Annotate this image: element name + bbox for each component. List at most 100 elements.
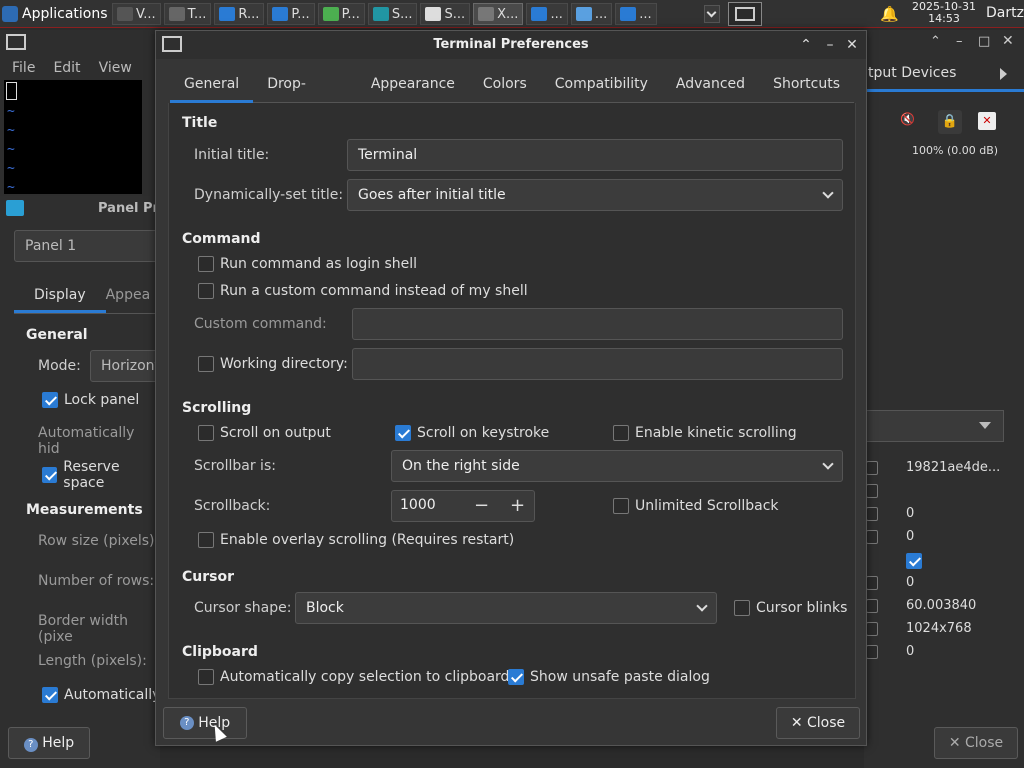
- login-shell-checkbox[interactable]: [198, 256, 214, 272]
- working-directory-label: Working directory:: [220, 356, 348, 372]
- unsafe-paste-checkbox[interactable]: [508, 669, 524, 685]
- task-list: V... T... R... P... P... S... S... X...........…: [112, 3, 657, 25]
- property-value: 0: [906, 644, 915, 659]
- help-button[interactable]: ? Help: [163, 707, 247, 739]
- taskbar-task[interactable]: R...: [214, 3, 265, 25]
- app-icon: [531, 7, 548, 21]
- menu-edit[interactable]: Edit: [53, 60, 80, 76]
- tab-appearance[interactable]: Appea: [106, 278, 151, 313]
- increment-icon[interactable]: +: [510, 495, 525, 516]
- cursor-blinks-checkbox[interactable]: [734, 600, 750, 616]
- tab-advanced[interactable]: Advanced: [662, 67, 759, 103]
- taskbar-task[interactable]: P...: [267, 3, 315, 25]
- tab-general[interactable]: General: [170, 67, 254, 103]
- task-overflow-button[interactable]: [704, 5, 720, 23]
- taskbar-task[interactable]: ...: [526, 3, 568, 25]
- unlimited-scrollback-checkbox[interactable]: [613, 498, 629, 514]
- kinetic-scrolling-checkbox[interactable]: [613, 425, 629, 441]
- property-checkbox[interactable]: [866, 530, 878, 544]
- close-icon[interactable]: ✕: [842, 35, 862, 55]
- initial-title-input[interactable]: Terminal: [347, 139, 843, 171]
- taskbar-task[interactable]: X...: [473, 3, 524, 25]
- mute-icon[interactable]: 🔇: [900, 112, 924, 134]
- tab-colors[interactable]: Colors: [469, 67, 541, 103]
- custom-command-input[interactable]: [352, 308, 843, 340]
- tab-display[interactable]: Display: [14, 278, 106, 313]
- close-button[interactable]: ✕ Close: [776, 707, 860, 739]
- dynamic-title-select[interactable]: Goes after initial title: [347, 179, 843, 211]
- app-icon: [575, 7, 592, 21]
- property-checkbox[interactable]: [866, 507, 878, 521]
- lock-panel-checkbox[interactable]: [42, 392, 58, 408]
- minimize-icon[interactable]: –: [956, 34, 963, 49]
- tab-compatibility[interactable]: Compatibility: [541, 67, 662, 103]
- app-icon: [272, 7, 289, 21]
- property-checkbox[interactable]: [866, 484, 878, 498]
- dialog-titlebar[interactable]: Terminal Preferences ⌃ – ✕: [156, 31, 866, 59]
- shade-up-icon[interactable]: ⌃: [796, 35, 816, 55]
- taskbar-task[interactable]: ...: [570, 3, 613, 25]
- cursor-shape-select[interactable]: Block: [295, 592, 717, 624]
- lock-panel-label: Lock panel: [64, 392, 140, 408]
- taskbar-task[interactable]: S...: [420, 3, 471, 25]
- property-checkbox[interactable]: [866, 461, 878, 475]
- scrollback-spinner[interactable]: 1000 − +: [391, 490, 535, 522]
- panel-select[interactable]: Panel 1: [14, 230, 164, 262]
- notification-bell-icon[interactable]: 🔔: [880, 5, 899, 23]
- property-row: 0: [864, 504, 1024, 527]
- working-directory-checkbox[interactable]: [198, 356, 214, 372]
- working-directory-input[interactable]: [352, 348, 843, 380]
- taskbar-task[interactable]: ...: [615, 3, 657, 25]
- xfce-logo-icon: [2, 6, 18, 22]
- decrement-icon[interactable]: −: [474, 495, 489, 516]
- overlay-scrolling-label: Enable overlay scrolling (Requires resta…: [220, 532, 515, 548]
- overlay-scrolling-checkbox[interactable]: [198, 532, 214, 548]
- scrollbar-position-select[interactable]: On the right side: [391, 450, 843, 482]
- minimize-icon[interactable]: –: [820, 35, 840, 55]
- device-select[interactable]: [864, 410, 1004, 442]
- scroll-on-keystroke-checkbox[interactable]: [395, 425, 411, 441]
- property-checkbox[interactable]: [906, 553, 922, 569]
- default-device-icon[interactable]: ✕: [978, 112, 996, 130]
- user-name[interactable]: Dartz: [986, 5, 1024, 21]
- clock[interactable]: 2025-10-31 14:53: [906, 1, 982, 25]
- tab-drop-down[interactable]: Drop-down: [253, 67, 357, 126]
- dynamic-title-label: Dynamically-set title:: [194, 187, 344, 203]
- menu-view[interactable]: View: [99, 60, 132, 76]
- scrollback-value[interactable]: 1000: [400, 497, 436, 513]
- close-icon[interactable]: ✕: [1002, 33, 1014, 49]
- maximize-icon[interactable]: □: [978, 34, 990, 49]
- terminal-area[interactable]: ~ ~ ~ ~ ~: [4, 80, 142, 195]
- property-checkbox[interactable]: [866, 622, 878, 636]
- chevron-up-icon[interactable]: ⌃: [930, 34, 941, 49]
- custom-command-checkbox[interactable]: [198, 283, 214, 299]
- task-label: X...: [497, 6, 519, 22]
- title-section-header: Title: [182, 115, 218, 131]
- tab-output-devices[interactable]: tput Devices: [868, 65, 956, 81]
- auto-length-checkbox[interactable]: [42, 687, 58, 703]
- task-label: ...: [594, 6, 608, 22]
- task-label: S...: [444, 6, 466, 22]
- task-label: V...: [136, 6, 156, 22]
- app-icon: [168, 7, 185, 21]
- applications-menu[interactable]: Applications ≡: [2, 3, 123, 25]
- menu-file[interactable]: File: [12, 60, 35, 76]
- tab-scroll-right-icon[interactable]: [1000, 68, 1007, 80]
- tab-shortcuts[interactable]: Shortcuts: [759, 67, 854, 103]
- taskbar-task[interactable]: P...: [317, 3, 365, 25]
- lock-icon[interactable]: 🔒: [938, 110, 962, 134]
- property-checkbox[interactable]: [866, 599, 878, 613]
- mixer-close-button[interactable]: ✕ Close: [934, 727, 1018, 759]
- taskbar-task[interactable]: V...: [112, 3, 161, 25]
- terminal-launcher[interactable]: [728, 2, 762, 26]
- reserve-space-checkbox[interactable]: [42, 467, 58, 483]
- taskbar-task[interactable]: T...: [163, 3, 212, 25]
- panel-help-button[interactable]: ? Help: [8, 727, 90, 759]
- auto-copy-checkbox[interactable]: [198, 669, 214, 685]
- property-checkbox[interactable]: [866, 576, 878, 590]
- scroll-on-output-checkbox[interactable]: [198, 425, 214, 441]
- property-checkbox[interactable]: [866, 645, 878, 659]
- unsafe-paste-label: Show unsafe paste dialog: [530, 669, 710, 685]
- tab-appearance[interactable]: Appearance: [357, 67, 469, 103]
- taskbar-task[interactable]: S...: [367, 3, 418, 25]
